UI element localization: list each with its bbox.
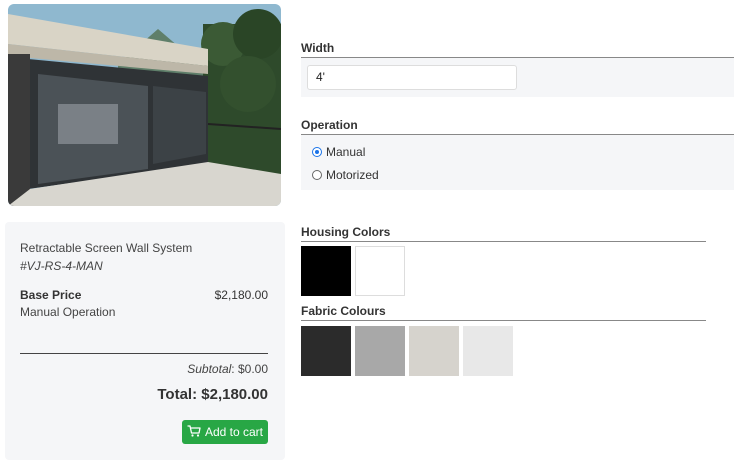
housing-swatch-white[interactable] xyxy=(355,246,405,296)
subtotal-label: Subtotal xyxy=(187,362,232,376)
fabric-swatch-beige[interactable] xyxy=(409,326,459,376)
product-sku: #VJ-RS-4-MAN xyxy=(20,259,103,273)
base-price-label: Base Price xyxy=(20,288,82,302)
radio-option-motorized[interactable]: Motorized xyxy=(312,168,379,182)
product-name: Retractable Screen Wall System xyxy=(20,241,193,255)
radio-label-motorized: Motorized xyxy=(326,168,379,182)
fabric-swatch-grey[interactable] xyxy=(355,326,405,376)
fabric-swatch-charcoal[interactable] xyxy=(301,326,351,376)
fabric-swatch-white[interactable] xyxy=(463,326,513,376)
operation-panel: Operation Manual Motorized xyxy=(301,118,734,190)
base-price-value: $2,180.00 xyxy=(214,288,268,302)
radio-button-checked[interactable] xyxy=(312,147,322,157)
operation-summary-label: Manual Operation xyxy=(20,305,116,319)
width-panel: Width 4' xyxy=(301,41,734,97)
order-summary: Retractable Screen Wall System #VJ-RS-4-… xyxy=(5,222,285,460)
fabric-colours-title: Fabric Colours xyxy=(301,304,706,321)
housing-swatch-black[interactable] xyxy=(301,246,351,296)
total-price: Total: $2,180.00 xyxy=(157,386,268,403)
operation-title: Operation xyxy=(301,118,734,135)
product-image xyxy=(8,4,281,206)
summary-divider xyxy=(20,353,268,354)
width-title: Width xyxy=(301,41,734,58)
subtotal: Subtotal: $0.00 xyxy=(187,362,268,376)
housing-colors-title: Housing Colors xyxy=(301,225,706,242)
radio-option-manual[interactable]: Manual xyxy=(312,145,365,159)
subtotal-value: : $0.00 xyxy=(231,362,268,376)
width-input[interactable]: 4' xyxy=(307,65,517,90)
cart-icon xyxy=(187,424,201,440)
add-to-cart-label: Add to cart xyxy=(204,425,264,439)
radio-label-manual: Manual xyxy=(326,145,366,159)
add-to-cart-button[interactable]: Add to cart xyxy=(182,420,268,444)
radio-button-unchecked[interactable] xyxy=(312,170,322,180)
